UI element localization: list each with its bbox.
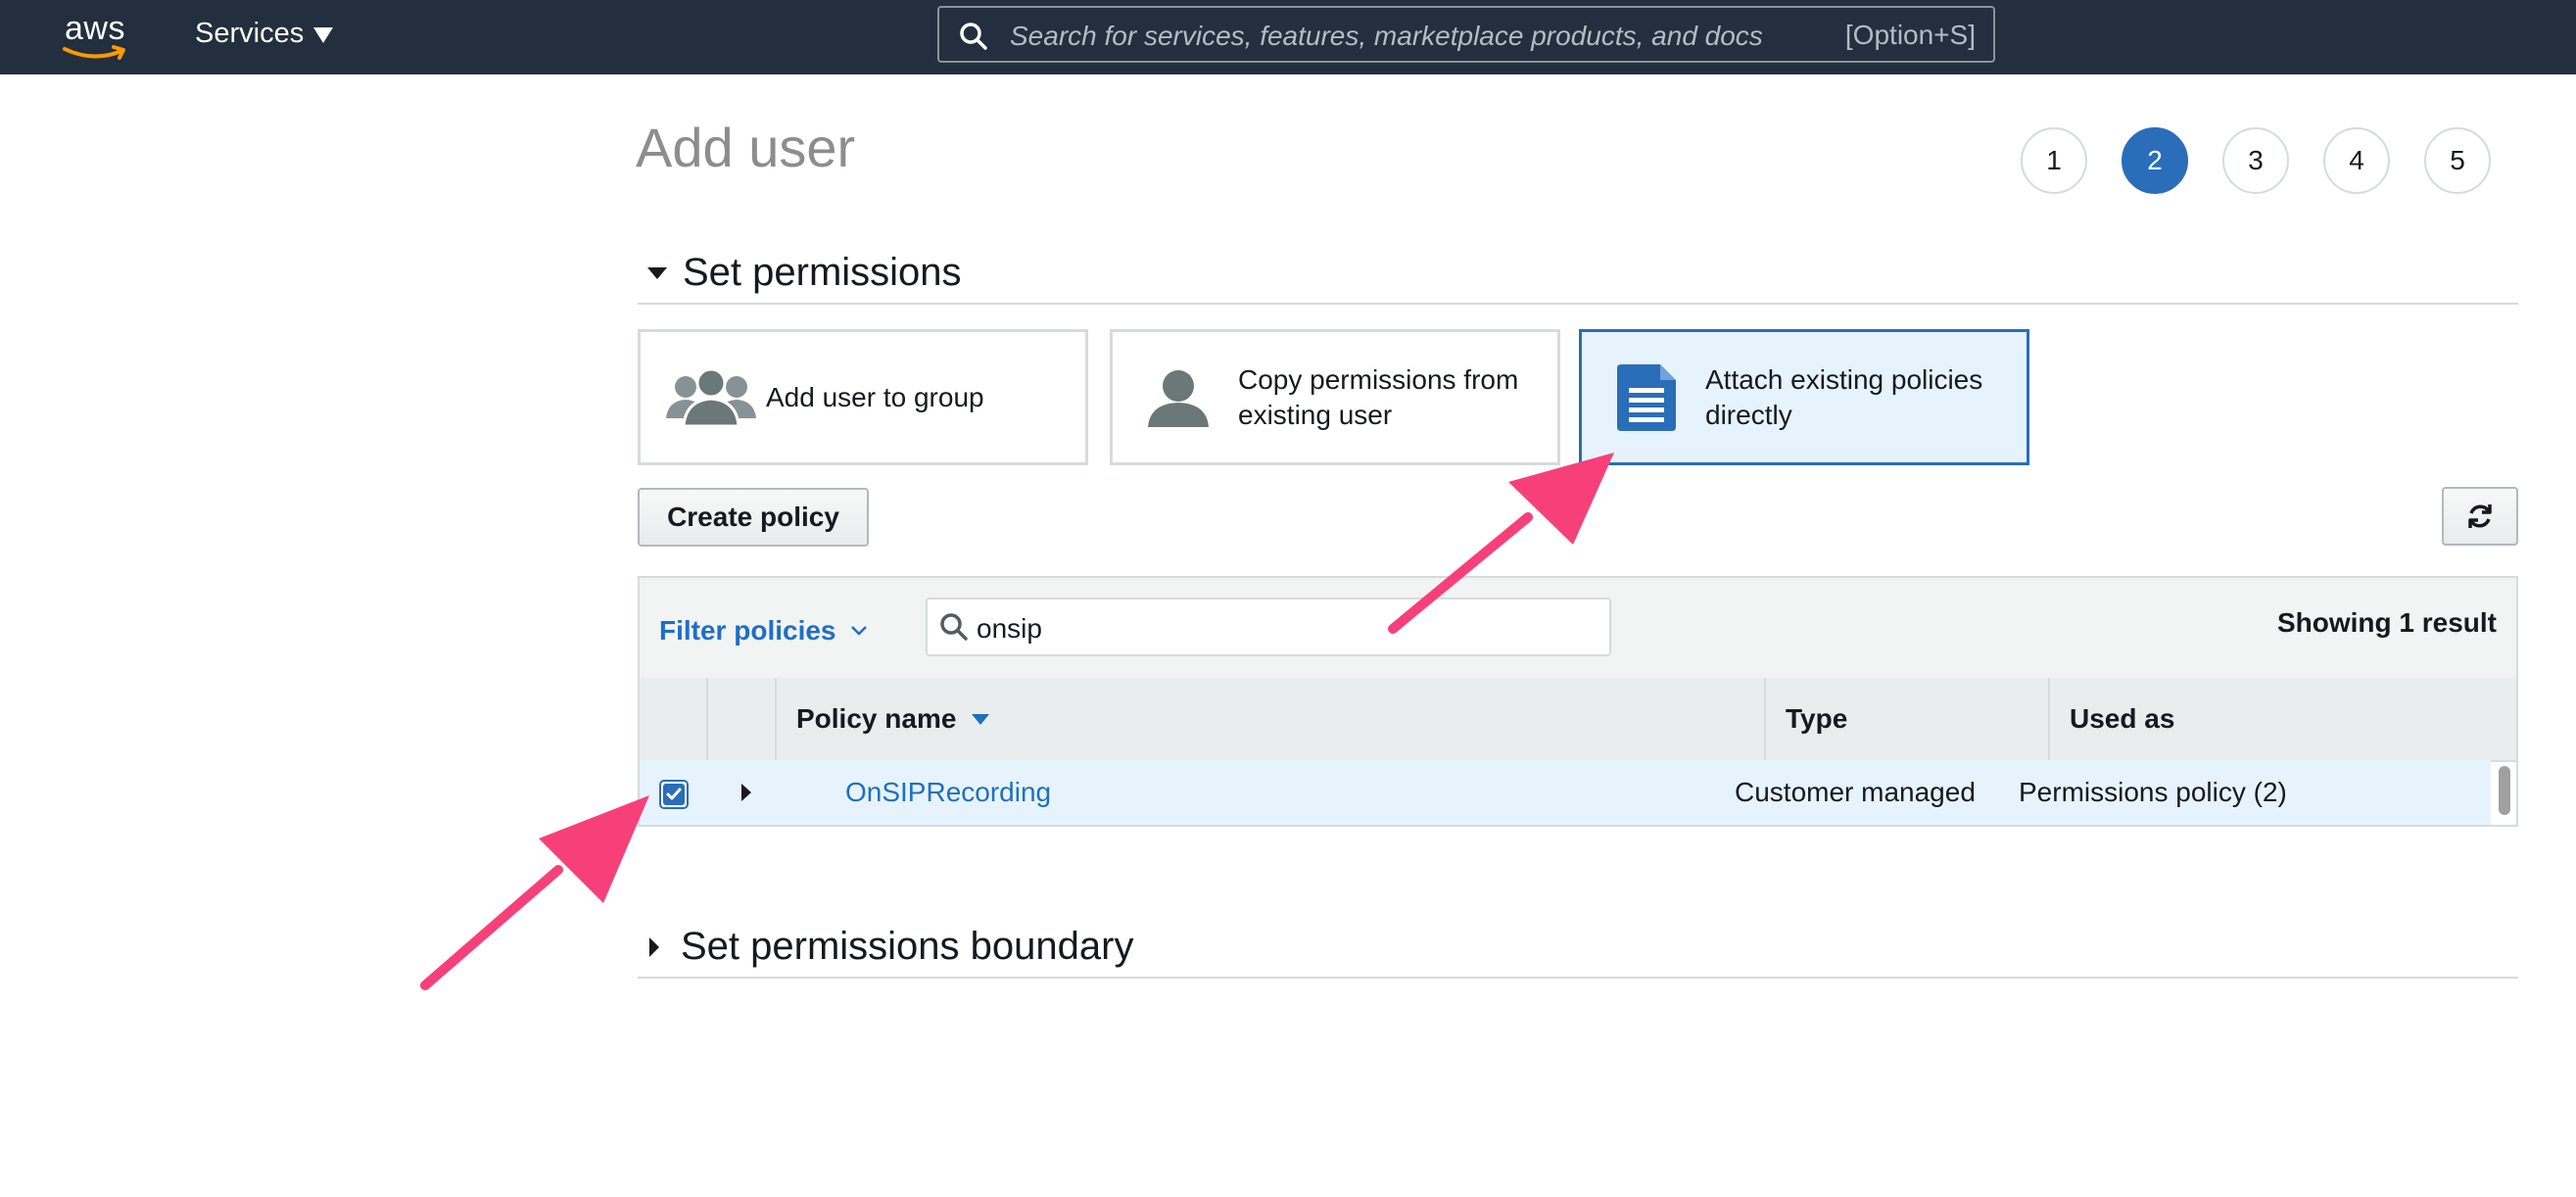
column-label: Type	[1786, 703, 1848, 734]
annotation-arrow-to-checkbox	[420, 795, 649, 990]
option-label: Copy permissions from existing user	[1238, 363, 1519, 430]
option-attach-policies-directly[interactable]: Attach existing policies directly	[1579, 329, 2029, 465]
set-permissions-title: Set permissions	[683, 251, 962, 294]
step-3[interactable]: 3	[2222, 127, 2289, 194]
create-policy-button[interactable]: Create policy	[638, 488, 869, 547]
policy-used-as: Permissions policy (2)	[2019, 777, 2287, 807]
refresh-button[interactable]	[2442, 487, 2518, 546]
policy-search-input[interactable]	[975, 609, 1586, 648]
policy-type: Customer managed	[1735, 777, 1976, 807]
top-navigation-bar: aws Services [Option+S]	[0, 0, 2576, 74]
table-scrollbar[interactable]	[2499, 766, 2510, 815]
document-icon	[1617, 363, 1676, 431]
table-filter-bar: Filter policies Showing 1 result	[640, 578, 2516, 680]
filter-policies-dropdown[interactable]: Filter policies	[659, 615, 868, 646]
global-search-input[interactable]	[1008, 16, 1795, 57]
option-label: Attach existing policies directly	[1705, 363, 1983, 430]
option-add-user-to-group[interactable]: Add user to group	[638, 329, 1088, 465]
page-title: Add user	[636, 117, 856, 178]
refresh-icon	[2468, 504, 2492, 528]
option-label: Add user to group	[766, 381, 984, 412]
expand-triangle-icon	[649, 936, 659, 957]
step-2-current[interactable]: 2	[2122, 127, 2188, 194]
policy-search-box[interactable]	[926, 598, 1611, 656]
option-copy-permissions[interactable]: Copy permissions from existing user	[1110, 329, 1560, 465]
expand-row-icon[interactable]	[741, 784, 751, 801]
table-row[interactable]: OnSIPRecording Customer managed Permissi…	[640, 760, 2491, 825]
policies-table: Filter policies Showing 1 result Policy …	[638, 576, 2518, 827]
step-1[interactable]: 1	[2021, 127, 2087, 194]
search-icon	[960, 23, 987, 50]
services-menu-button[interactable]: Services	[195, 18, 334, 50]
chevron-down-icon	[850, 626, 867, 636]
column-label: Policy name	[796, 703, 957, 734]
caret-down-icon	[313, 26, 334, 43]
policy-name-link[interactable]: OnSIPRecording	[845, 760, 1051, 825]
table-header-row: Policy name Type Used as	[640, 678, 2516, 762]
step-4[interactable]: 4	[2323, 127, 2390, 194]
search-shortcut-hint: [Option+S]	[1844, 20, 1976, 50]
column-header-type[interactable]: Type	[1766, 678, 2050, 760]
step-5[interactable]: 5	[2424, 127, 2491, 194]
aws-smile-icon	[63, 45, 125, 60]
select-column-header	[640, 678, 708, 760]
aws-logo-text: aws	[65, 10, 125, 47]
group-icon	[666, 367, 756, 428]
aws-logo[interactable]: aws	[61, 10, 129, 61]
checkmark-icon	[663, 784, 685, 805]
wizard-stepper: 1 2 3 4 5	[2021, 127, 2491, 194]
result-count: Showing 1 result	[2276, 607, 2497, 638]
expand-column-header	[708, 678, 777, 760]
set-permissions-header[interactable]: Set permissions	[638, 251, 2518, 305]
set-permissions-boundary-title: Set permissions boundary	[681, 925, 1134, 968]
row-checkbox[interactable]	[659, 780, 689, 809]
services-label: Services	[195, 18, 305, 49]
sort-descending-icon	[972, 713, 990, 725]
user-icon	[1148, 368, 1209, 427]
column-label: Used as	[2070, 703, 2175, 734]
filter-policies-label: Filter policies	[659, 615, 836, 646]
set-permissions-boundary-header[interactable]: Set permissions boundary	[638, 925, 2518, 979]
column-header-policy-name[interactable]: Policy name	[777, 678, 1766, 760]
column-header-used-as[interactable]: Used as	[2050, 678, 2516, 760]
search-icon	[940, 613, 968, 641]
global-search-box[interactable]: [Option+S]	[937, 6, 1995, 63]
collapse-triangle-icon	[647, 266, 667, 279]
